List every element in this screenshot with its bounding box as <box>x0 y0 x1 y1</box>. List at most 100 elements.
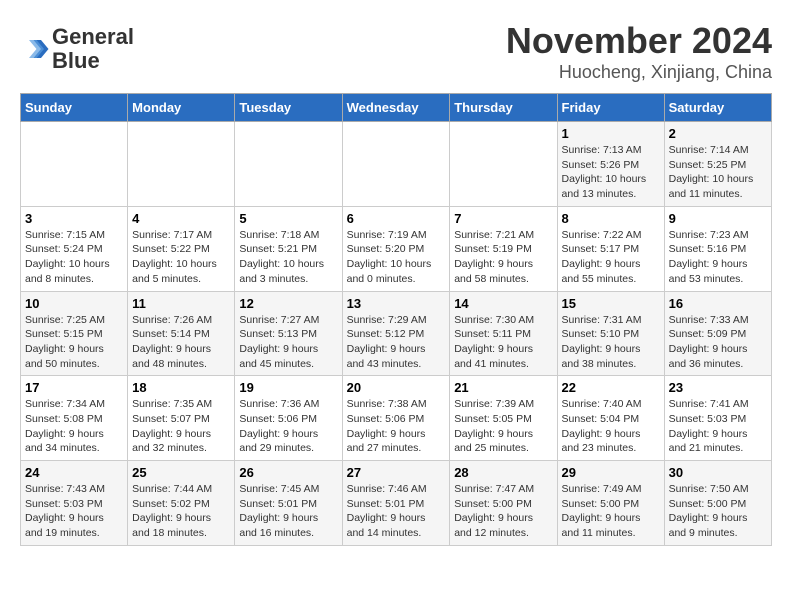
day-number: 19 <box>239 380 337 395</box>
day-info: Sunrise: 7:26 AM Sunset: 5:14 PM Dayligh… <box>132 313 230 372</box>
calendar-cell: 13Sunrise: 7:29 AM Sunset: 5:12 PM Dayli… <box>342 291 450 376</box>
calendar-day-header: Tuesday <box>235 94 342 122</box>
day-number: 18 <box>132 380 230 395</box>
calendar-cell: 23Sunrise: 7:41 AM Sunset: 5:03 PM Dayli… <box>664 376 771 461</box>
day-number: 20 <box>347 380 446 395</box>
month-title: November 2024 <box>506 20 772 62</box>
day-number: 27 <box>347 465 446 480</box>
calendar-header-row: SundayMondayTuesdayWednesdayThursdayFrid… <box>21 94 772 122</box>
day-info: Sunrise: 7:49 AM Sunset: 5:00 PM Dayligh… <box>562 482 660 541</box>
day-info: Sunrise: 7:31 AM Sunset: 5:10 PM Dayligh… <box>562 313 660 372</box>
logo: General Blue <box>20 25 134 73</box>
day-info: Sunrise: 7:41 AM Sunset: 5:03 PM Dayligh… <box>669 397 767 456</box>
calendar-cell: 9 Sunrise: 7:23 AM Sunset: 5:16 PM Daylig… <box>664 206 771 291</box>
day-info: Sunrise: 7:33 AM Sunset: 5:09 PM Dayligh… <box>669 313 767 372</box>
calendar-cell: 17Sunrise: 7:34 AM Sunset: 5:08 PM Dayli… <box>21 376 128 461</box>
day-number: 30 <box>669 465 767 480</box>
day-info: Sunrise: 7:40 AM Sunset: 5:04 PM Dayligh… <box>562 397 660 456</box>
day-number: 9 <box>669 211 767 226</box>
day-info: Sunrise: 7:36 AM Sunset: 5:06 PM Dayligh… <box>239 397 337 456</box>
calendar-cell: 15Sunrise: 7:31 AM Sunset: 5:10 PM Dayli… <box>557 291 664 376</box>
calendar-day-header: Friday <box>557 94 664 122</box>
calendar-cell: 12 Sunrise: 7:27 AM Sunset: 5:13 PM Dayli… <box>235 291 342 376</box>
calendar-day-header: Monday <box>128 94 235 122</box>
day-number: 12 <box>239 296 337 311</box>
calendar-cell <box>128 122 235 207</box>
day-number: 29 <box>562 465 660 480</box>
calendar-cell: 29 Sunrise: 7:49 AM Sunset: 5:00 PM Dayli… <box>557 461 664 546</box>
day-info: Sunrise: 7:35 AM Sunset: 5:07 PM Dayligh… <box>132 397 230 456</box>
logo-icon <box>20 34 50 64</box>
day-info: Sunrise: 7:18 AM Sunset: 5:21 PM Dayligh… <box>239 228 337 287</box>
calendar-cell <box>342 122 450 207</box>
calendar-cell: 4 Sunrise: 7:17 AM Sunset: 5:22 PM Daylig… <box>128 206 235 291</box>
calendar-cell: 16 Sunrise: 7:33 AM Sunset: 5:09 PM Dayli… <box>664 291 771 376</box>
calendar-cell: 5Sunrise: 7:18 AM Sunset: 5:21 PM Daylig… <box>235 206 342 291</box>
calendar-cell: 25 Sunrise: 7:44 AM Sunset: 5:02 PM Dayli… <box>128 461 235 546</box>
calendar-cell: 1Sunrise: 7:13 AM Sunset: 5:26 PM Daylig… <box>557 122 664 207</box>
day-number: 16 <box>669 296 767 311</box>
day-info: Sunrise: 7:22 AM Sunset: 5:17 PM Dayligh… <box>562 228 660 287</box>
day-info: Sunrise: 7:23 AM Sunset: 5:16 PM Dayligh… <box>669 228 767 287</box>
day-number: 10 <box>25 296 123 311</box>
day-number: 11 <box>132 296 230 311</box>
location-title: Huocheng, Xinjiang, China <box>506 62 772 83</box>
calendar-cell: 30 Sunrise: 7:50 AM Sunset: 5:00 PM Dayli… <box>664 461 771 546</box>
calendar-day-header: Wednesday <box>342 94 450 122</box>
calendar-cell: 27 Sunrise: 7:46 AM Sunset: 5:01 PM Dayli… <box>342 461 450 546</box>
day-number: 25 <box>132 465 230 480</box>
day-number: 8 <box>562 211 660 226</box>
calendar-cell: 11 Sunrise: 7:26 AM Sunset: 5:14 PM Dayli… <box>128 291 235 376</box>
calendar-cell: 18 Sunrise: 7:35 AM Sunset: 5:07 PM Dayli… <box>128 376 235 461</box>
day-info: Sunrise: 7:30 AM Sunset: 5:11 PM Dayligh… <box>454 313 552 372</box>
day-number: 6 <box>347 211 446 226</box>
calendar-cell: 6 Sunrise: 7:19 AM Sunset: 5:20 PM Daylig… <box>342 206 450 291</box>
calendar-cell: 3 Sunrise: 7:15 AM Sunset: 5:24 PM Daylig… <box>21 206 128 291</box>
calendar-cell: 22 Sunrise: 7:40 AM Sunset: 5:04 PM Dayli… <box>557 376 664 461</box>
day-info: Sunrise: 7:44 AM Sunset: 5:02 PM Dayligh… <box>132 482 230 541</box>
day-number: 14 <box>454 296 552 311</box>
day-info: Sunrise: 7:19 AM Sunset: 5:20 PM Dayligh… <box>347 228 446 287</box>
day-info: Sunrise: 7:47 AM Sunset: 5:00 PM Dayligh… <box>454 482 552 541</box>
day-info: Sunrise: 7:14 AM Sunset: 5:25 PM Dayligh… <box>669 143 767 202</box>
calendar-cell: 21 Sunrise: 7:39 AM Sunset: 5:05 PM Dayli… <box>450 376 557 461</box>
day-info: Sunrise: 7:29 AM Sunset: 5:12 PM Dayligh… <box>347 313 446 372</box>
day-info: Sunrise: 7:21 AM Sunset: 5:19 PM Dayligh… <box>454 228 552 287</box>
calendar-week-row: 24 Sunrise: 7:43 AM Sunset: 5:03 PM Dayli… <box>21 461 772 546</box>
page-header: General Blue November 2024 Huocheng, Xin… <box>20 20 772 83</box>
day-info: Sunrise: 7:43 AM Sunset: 5:03 PM Dayligh… <box>25 482 123 541</box>
calendar-cell: 28Sunrise: 7:47 AM Sunset: 5:00 PM Dayli… <box>450 461 557 546</box>
day-info: Sunrise: 7:15 AM Sunset: 5:24 PM Dayligh… <box>25 228 123 287</box>
calendar-week-row: 1Sunrise: 7:13 AM Sunset: 5:26 PM Daylig… <box>21 122 772 207</box>
day-info: Sunrise: 7:50 AM Sunset: 5:00 PM Dayligh… <box>669 482 767 541</box>
calendar-cell: 24 Sunrise: 7:43 AM Sunset: 5:03 PM Dayli… <box>21 461 128 546</box>
day-number: 2 <box>669 126 767 141</box>
day-number: 26 <box>239 465 337 480</box>
calendar-table: SundayMondayTuesdayWednesdayThursdayFrid… <box>20 93 772 546</box>
calendar-day-header: Saturday <box>664 94 771 122</box>
calendar-cell <box>450 122 557 207</box>
day-number: 1 <box>562 126 660 141</box>
day-number: 24 <box>25 465 123 480</box>
calendar-cell: 8 Sunrise: 7:22 AM Sunset: 5:17 PM Daylig… <box>557 206 664 291</box>
day-number: 4 <box>132 211 230 226</box>
title-area: November 2024 Huocheng, Xinjiang, China <box>506 20 772 83</box>
calendar-cell <box>21 122 128 207</box>
day-number: 21 <box>454 380 552 395</box>
logo-text: General Blue <box>52 25 134 73</box>
calendar-cell: 20Sunrise: 7:38 AM Sunset: 5:06 PM Dayli… <box>342 376 450 461</box>
calendar-week-row: 3 Sunrise: 7:15 AM Sunset: 5:24 PM Daylig… <box>21 206 772 291</box>
day-info: Sunrise: 7:45 AM Sunset: 5:01 PM Dayligh… <box>239 482 337 541</box>
day-number: 3 <box>25 211 123 226</box>
day-info: Sunrise: 7:39 AM Sunset: 5:05 PM Dayligh… <box>454 397 552 456</box>
calendar-day-header: Thursday <box>450 94 557 122</box>
day-info: Sunrise: 7:46 AM Sunset: 5:01 PM Dayligh… <box>347 482 446 541</box>
day-info: Sunrise: 7:34 AM Sunset: 5:08 PM Dayligh… <box>25 397 123 456</box>
calendar-cell: 26 Sunrise: 7:45 AM Sunset: 5:01 PM Dayli… <box>235 461 342 546</box>
calendar-cell: 2 Sunrise: 7:14 AM Sunset: 5:25 PM Daylig… <box>664 122 771 207</box>
day-info: Sunrise: 7:27 AM Sunset: 5:13 PM Dayligh… <box>239 313 337 372</box>
day-info: Sunrise: 7:17 AM Sunset: 5:22 PM Dayligh… <box>132 228 230 287</box>
calendar-week-row: 10Sunrise: 7:25 AM Sunset: 5:15 PM Dayli… <box>21 291 772 376</box>
day-number: 22 <box>562 380 660 395</box>
calendar-cell: 19 Sunrise: 7:36 AM Sunset: 5:06 PM Dayli… <box>235 376 342 461</box>
